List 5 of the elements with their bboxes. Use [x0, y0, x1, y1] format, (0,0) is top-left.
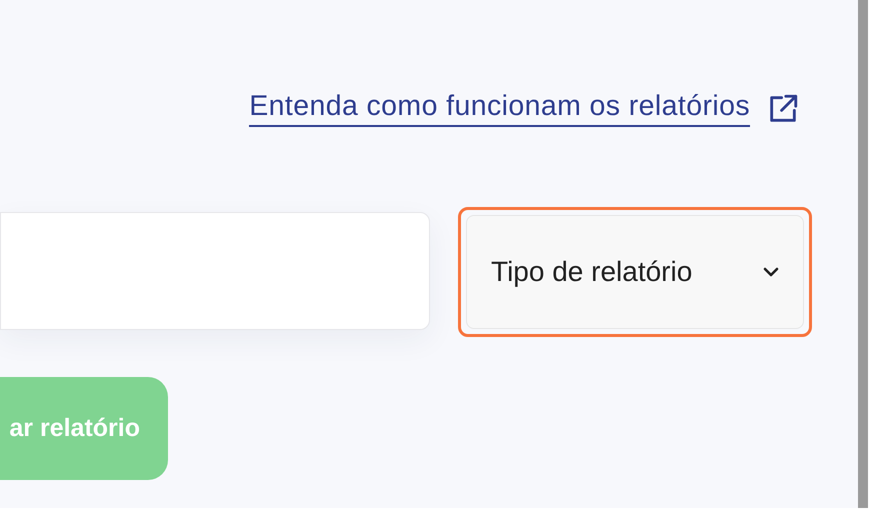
scrollbar[interactable]	[858, 0, 868, 508]
search-field[interactable]	[0, 212, 430, 330]
report-type-dropdown[interactable]: Tipo de relatório	[466, 215, 804, 329]
caret-icon	[761, 265, 781, 279]
help-link[interactable]: Entenda como funcionam os relatórios	[249, 88, 750, 128]
